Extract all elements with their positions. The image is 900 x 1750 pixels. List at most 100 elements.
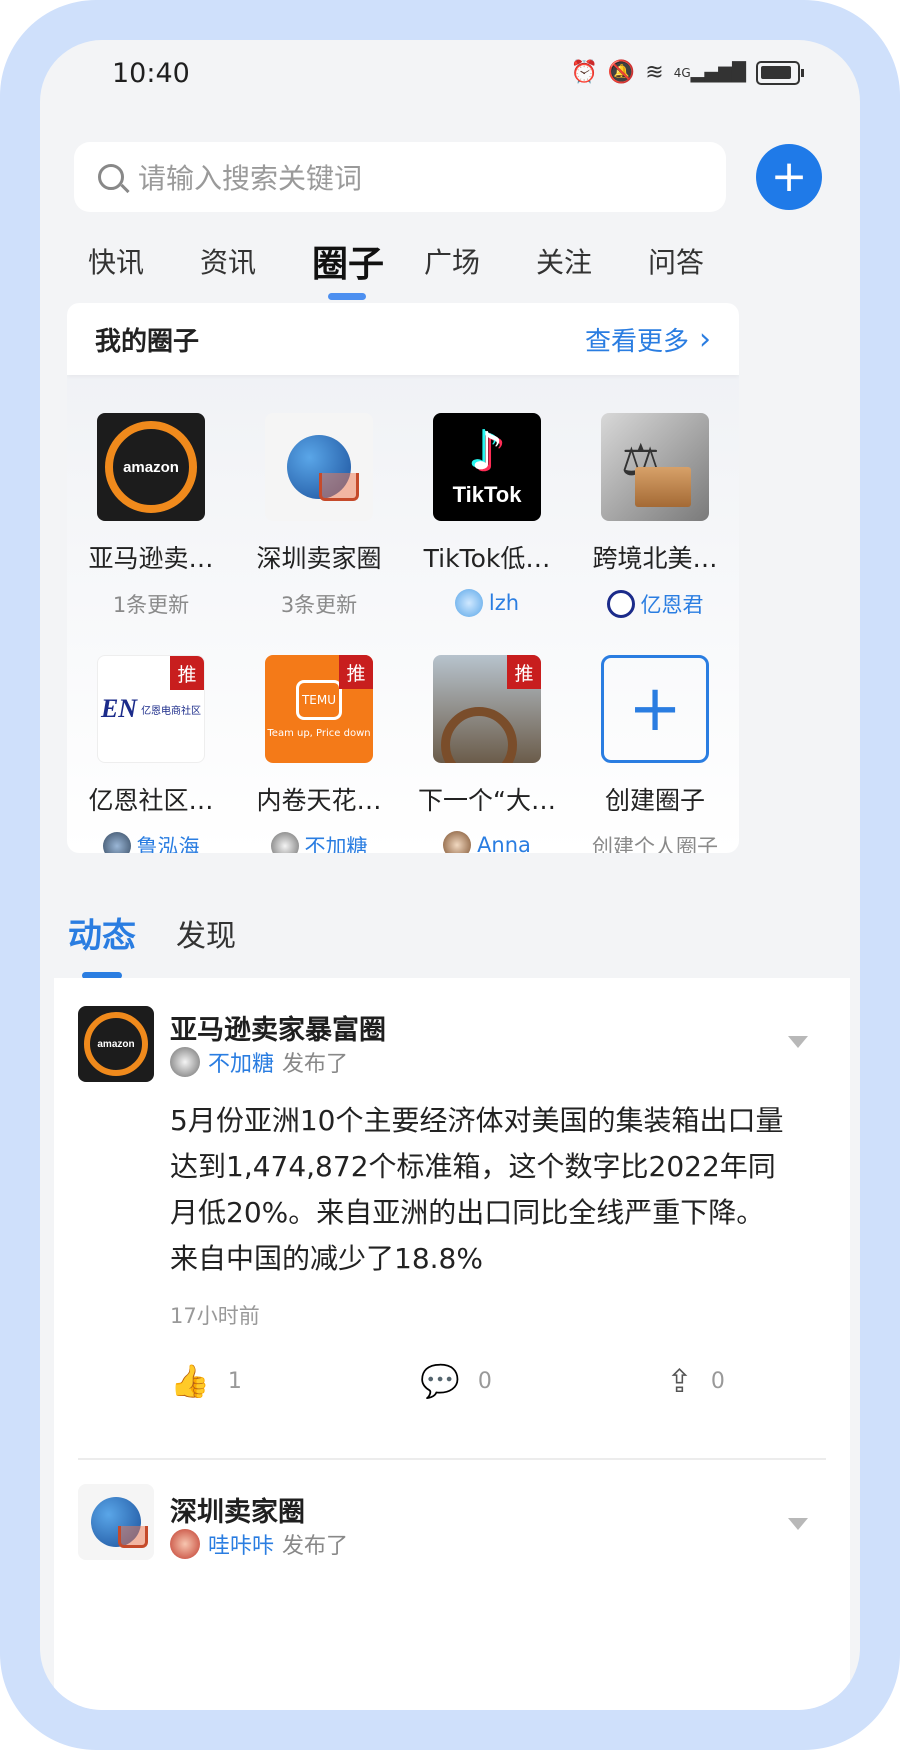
circle-owner: 亿恩君 bbox=[606, 589, 704, 619]
create-circle-button[interactable]: + bbox=[601, 655, 709, 763]
circle-avatar[interactable] bbox=[78, 1484, 154, 1560]
circle-name: 亿恩社区… bbox=[88, 786, 214, 815]
share-count: 0 bbox=[710, 1368, 725, 1394]
law-scale-thumb: ⚖ bbox=[601, 413, 709, 521]
en-logo-text: EN bbox=[100, 694, 138, 723]
circle-name: 跨境北美… bbox=[592, 544, 718, 573]
my-circles-header: 我的圈子 查看更多 › bbox=[67, 303, 739, 375]
plus-icon: + bbox=[628, 672, 682, 746]
post-meta: 哇咔咔 发布了 bbox=[170, 1528, 348, 1560]
battery-icon bbox=[756, 61, 804, 85]
circle-item[interactable]: amazon 亚马逊卖… 1条更新 bbox=[67, 413, 235, 619]
tab-zixun[interactable]: 资讯 bbox=[200, 226, 312, 296]
avatar bbox=[443, 831, 472, 853]
amazon-logo-text: amazon bbox=[97, 1038, 135, 1050]
tab-faxian[interactable]: 发现 bbox=[176, 911, 236, 955]
post-verb: 发布了 bbox=[282, 1534, 349, 1559]
post-card[interactable]: 深圳卖家圈 哇咔咔 发布了 bbox=[54, 1460, 850, 1710]
circle-owner-name: 不加糖 bbox=[304, 835, 368, 853]
comment-count: 0 bbox=[477, 1368, 492, 1394]
post-author[interactable]: 哇咔咔 bbox=[208, 1528, 274, 1560]
post-verb: 发布了 bbox=[282, 1052, 349, 1077]
post-time: 17小时前 bbox=[170, 1304, 260, 1328]
recommend-badge: 推 bbox=[170, 656, 204, 690]
circle-item[interactable]: ⚖ 跨境北美… 亿恩君 bbox=[571, 413, 739, 619]
circle-item[interactable]: EN 亿恩电商社区 推 亿恩社区… 鲁泓海 bbox=[67, 655, 235, 853]
circle-grid: amazon 亚马逊卖… 1条更新 深圳卖家圈 3条更新 ♪ TikTok Ti… bbox=[67, 413, 739, 853]
circle-name: TikTok低… bbox=[423, 544, 551, 573]
en-logo-thumb: EN 亿恩电商社区 推 bbox=[97, 655, 205, 763]
circle-item[interactable]: 推 下一个“大… Anna bbox=[403, 655, 571, 853]
circle-owner-name: 亿恩君 bbox=[640, 593, 704, 617]
circle-avatar[interactable]: amazon bbox=[78, 1006, 154, 1082]
post-circle-name[interactable]: 亚马逊卖家暴富圈 bbox=[170, 1008, 386, 1047]
ship-wheel-icon bbox=[441, 707, 517, 763]
signal-icon: 4G▂▄▆█ bbox=[673, 62, 746, 83]
circle-name: 亚马逊卖… bbox=[88, 544, 214, 573]
post-actions: 👍 1 💬 0 ⇪ 0 bbox=[54, 1362, 850, 1412]
like-icon: 👍 bbox=[170, 1362, 210, 1400]
cart-icon bbox=[118, 1526, 148, 1548]
like-count: 1 bbox=[227, 1368, 242, 1394]
phone-screen: 10:40 ⏰ 🔕 ≋ 4G▂▄▆█ 请输入搜索关键词 + 快讯 资讯 圈子 广… bbox=[40, 40, 860, 1710]
like-button[interactable]: 👍 1 bbox=[170, 1362, 242, 1400]
amazon-logo-text: amazon bbox=[123, 458, 179, 476]
tab-wenda[interactable]: 问答 bbox=[648, 226, 760, 296]
books-icon bbox=[635, 467, 691, 507]
tab-kuaixun[interactable]: 快讯 bbox=[88, 226, 200, 296]
globe-cart-thumb bbox=[265, 413, 373, 521]
tab-quanzi[interactable]: 圈子 bbox=[312, 226, 424, 300]
tab-dongtai[interactable]: 动态 bbox=[68, 908, 136, 979]
recommend-badge: 推 bbox=[339, 655, 373, 689]
caret-down-icon[interactable] bbox=[788, 1036, 808, 1048]
cart-icon bbox=[319, 473, 359, 501]
caret-down-icon[interactable] bbox=[788, 1518, 808, 1530]
circle-update-count: 3条更新 bbox=[280, 593, 358, 617]
share-button[interactable]: ⇪ 0 bbox=[666, 1362, 725, 1400]
avatar bbox=[270, 832, 299, 853]
avatar bbox=[606, 590, 635, 618]
tiktok-note-icon: ♪ bbox=[470, 422, 504, 482]
tab-guangchang[interactable]: 广场 bbox=[424, 226, 536, 296]
ship-wheel-thumb: 推 bbox=[433, 655, 541, 763]
tiktok-logo-thumb: ♪ TikTok bbox=[433, 413, 541, 521]
network-type-label: 4G bbox=[673, 66, 691, 80]
create-circle-item[interactable]: + 创建圈子 创建个人圈子 bbox=[571, 655, 739, 853]
post-card[interactable]: amazon 亚马逊卖家暴富圈 不加糖 发布了 5月份亚洲10个主要经济体对美国… bbox=[54, 978, 850, 1418]
comment-button[interactable]: 💬 0 bbox=[420, 1362, 492, 1400]
wifi-icon: ≋ bbox=[645, 60, 664, 85]
comment-icon: 💬 bbox=[420, 1362, 460, 1400]
circle-name: 内卷天花… bbox=[256, 786, 382, 815]
avatar bbox=[454, 589, 483, 617]
circle-item[interactable]: ♪ TikTok TikTok低… lzh bbox=[403, 413, 571, 619]
tiktok-logo-text: TikTok bbox=[452, 482, 522, 507]
circle-owner-name: Anna bbox=[477, 833, 531, 853]
post-circle-name[interactable]: 深圳卖家圈 bbox=[170, 1490, 305, 1529]
post-author[interactable]: 不加糖 bbox=[208, 1046, 274, 1078]
circle-update-count: 1条更新 bbox=[112, 593, 190, 617]
feed-list: amazon 亚马逊卖家暴富圈 不加糖 发布了 5月份亚洲10个主要经济体对美国… bbox=[54, 978, 850, 1710]
status-bar: 10:40 ⏰ 🔕 ≋ 4G▂▄▆█ bbox=[40, 40, 860, 110]
avatar bbox=[170, 1529, 200, 1559]
feed-tab-bar: 动态 发现 bbox=[68, 908, 236, 979]
circle-item[interactable]: 深圳卖家圈 3条更新 bbox=[235, 413, 403, 619]
circle-owner-name: 鲁泓海 bbox=[136, 835, 200, 853]
search-icon bbox=[98, 164, 124, 190]
en-logo-subtext: 亿恩电商社区 bbox=[141, 705, 202, 717]
mute-icon: 🔕 bbox=[607, 60, 636, 85]
view-more-link[interactable]: 查看更多 › bbox=[585, 321, 711, 358]
circle-owner: 鲁泓海 bbox=[102, 831, 200, 853]
circle-owner: 不加糖 bbox=[270, 831, 368, 853]
circle-item[interactable]: TEMU Team up, Price down 推 内卷天花… 不加糖 bbox=[235, 655, 403, 853]
circle-owner-name: lzh bbox=[488, 591, 520, 615]
add-button[interactable]: + bbox=[756, 144, 822, 210]
my-circles-title: 我的圈子 bbox=[95, 326, 200, 357]
alarm-icon: ⏰ bbox=[570, 60, 598, 85]
amazon-logo-thumb: amazon bbox=[97, 413, 205, 521]
search-input[interactable]: 请输入搜索关键词 bbox=[74, 142, 726, 212]
circle-owner: lzh bbox=[454, 589, 520, 617]
tab-guanzhu[interactable]: 关注 bbox=[536, 226, 648, 296]
search-placeholder: 请输入搜索关键词 bbox=[138, 162, 363, 195]
create-circle-hint: 创建个人圈子 bbox=[592, 835, 718, 853]
circle-name: 创建圈子 bbox=[604, 786, 705, 815]
